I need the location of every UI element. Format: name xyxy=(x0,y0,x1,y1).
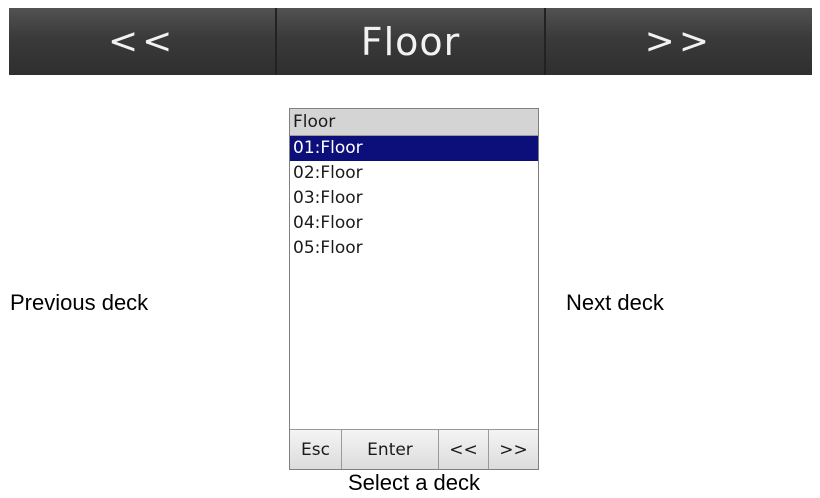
panel-button-row: Esc Enter << >> xyxy=(290,429,538,469)
deck-list[interactable]: 01:Floor 02:Floor 03:Floor 04:Floor 05:F… xyxy=(290,136,538,429)
page-prev-button[interactable]: << xyxy=(439,430,489,469)
list-item[interactable]: 05:Floor xyxy=(290,236,538,261)
list-item-selected[interactable]: 01:Floor xyxy=(290,136,538,161)
previous-deck-label: Previous deck xyxy=(10,290,149,315)
next-deck-label: Next deck xyxy=(566,290,664,315)
list-item[interactable]: 04:Floor xyxy=(290,211,538,236)
page-next-button[interactable]: >> xyxy=(489,430,538,469)
enter-button[interactable]: Enter xyxy=(342,430,439,469)
select-deck-caption: Select a deck xyxy=(347,470,481,495)
panel-header: Floor xyxy=(290,109,538,136)
previous-deck-button[interactable]: << xyxy=(9,8,278,75)
esc-button[interactable]: Esc xyxy=(290,430,342,469)
list-item[interactable]: 02:Floor xyxy=(290,161,538,186)
current-deck-title[interactable]: Floor xyxy=(277,8,546,75)
deck-selector-panel: Floor 01:Floor 02:Floor 03:Floor 04:Floo… xyxy=(289,108,539,470)
next-deck-button[interactable]: >> xyxy=(545,8,812,75)
list-item[interactable]: 03:Floor xyxy=(290,186,538,211)
deck-toolbar: << Floor >> xyxy=(9,8,812,75)
